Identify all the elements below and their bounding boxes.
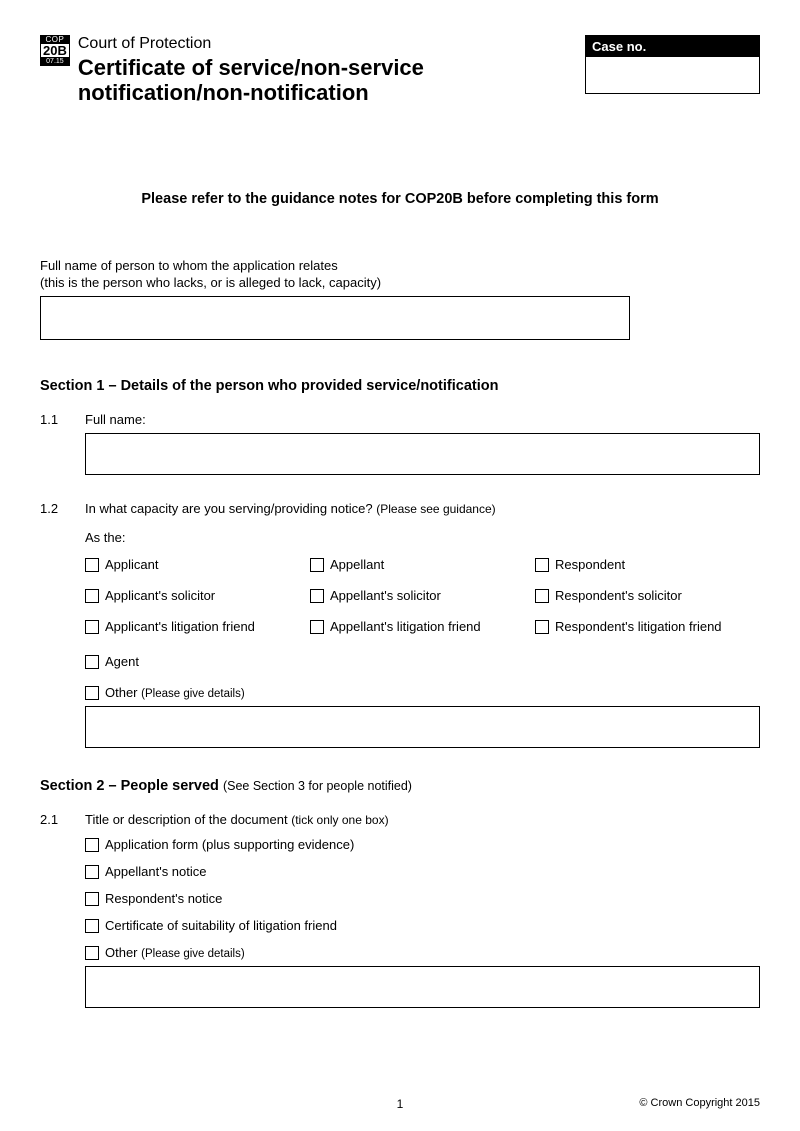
chk-application-form[interactable]: Application form (plus supporting eviden… (85, 837, 760, 852)
q1-2: 1.2 In what capacity are you serving/pro… (40, 501, 760, 748)
header: COP 20B 07.15 Court of Protection Certif… (40, 35, 760, 106)
chk-other-capacity[interactable]: Other (Please give details) (85, 685, 760, 700)
q1-1-label: Full name: (85, 412, 760, 427)
chk-applicant-solicitor[interactable]: Applicant's solicitor (85, 588, 300, 603)
chk-appellant-solicitor[interactable]: Appellant's solicitor (310, 588, 525, 603)
q1-2-number: 1.2 (40, 501, 85, 748)
chk-applicant-litigation-friend[interactable]: Applicant's litigation friend (85, 619, 300, 634)
q2-1-label: Title or description of the document (ti… (85, 812, 760, 827)
copyright: © Crown Copyright 2015 (639, 1097, 760, 1109)
case-number-input[interactable] (586, 57, 759, 93)
chk-other-document[interactable]: Other (Please give details) (85, 945, 760, 960)
chk-applicant[interactable]: Applicant (85, 557, 300, 572)
chk-respondent[interactable]: Respondent (535, 557, 750, 572)
page-footer: 1 © Crown Copyright 2015 (40, 1097, 760, 1109)
chk-certificate-suitability[interactable]: Certificate of suitability of litigation… (85, 918, 760, 933)
chk-appellant-litigation-friend[interactable]: Appellant's litigation friend (310, 619, 525, 634)
form-badge: COP 20B 07.15 (40, 35, 70, 66)
case-number-box: Case no. (585, 35, 760, 94)
title-block: Court of Protection Certificate of servi… (78, 35, 585, 106)
capacity-options-grid: Applicant Applicant's solicitor Applican… (85, 557, 760, 650)
q1-1: 1.1 Full name: (40, 412, 760, 475)
section2-heading: Section 2 – People served (See Section 3… (40, 778, 760, 794)
case-number-label: Case no. (586, 36, 759, 57)
form-title: Certificate of service/non-service notif… (78, 55, 585, 106)
chk-respondent-litigation-friend[interactable]: Respondent's litigation friend (535, 619, 750, 634)
q2-1-number: 2.1 (40, 812, 85, 1008)
section1-heading: Section 1 – Details of the person who pr… (40, 378, 760, 394)
other-document-input[interactable] (85, 966, 760, 1008)
fullname-label: Full name of person to whom the applicat… (40, 257, 760, 292)
chk-respondent-solicitor[interactable]: Respondent's solicitor (535, 588, 750, 603)
q1-1-number: 1.1 (40, 412, 85, 475)
court-name: Court of Protection (78, 35, 585, 53)
badge-bot: 07.15 (40, 57, 70, 66)
badge-mid: 20B (40, 44, 70, 57)
fullname-input[interactable] (40, 296, 630, 340)
instruction-text: Please refer to the guidance notes for C… (40, 191, 760, 207)
chk-appellants-notice[interactable]: Appellant's notice (85, 864, 760, 879)
chk-agent[interactable]: Agent (85, 654, 760, 669)
page-number: 1 (397, 1097, 404, 1111)
q1-2-label: In what capacity are you serving/providi… (85, 501, 760, 516)
q1-1-input[interactable] (85, 433, 760, 475)
chk-appellant[interactable]: Appellant (310, 557, 525, 572)
as-the-label: As the: (85, 530, 760, 545)
chk-respondents-notice[interactable]: Respondent's notice (85, 891, 760, 906)
other-capacity-input[interactable] (85, 706, 760, 748)
q2-1: 2.1 Title or description of the document… (40, 812, 760, 1008)
